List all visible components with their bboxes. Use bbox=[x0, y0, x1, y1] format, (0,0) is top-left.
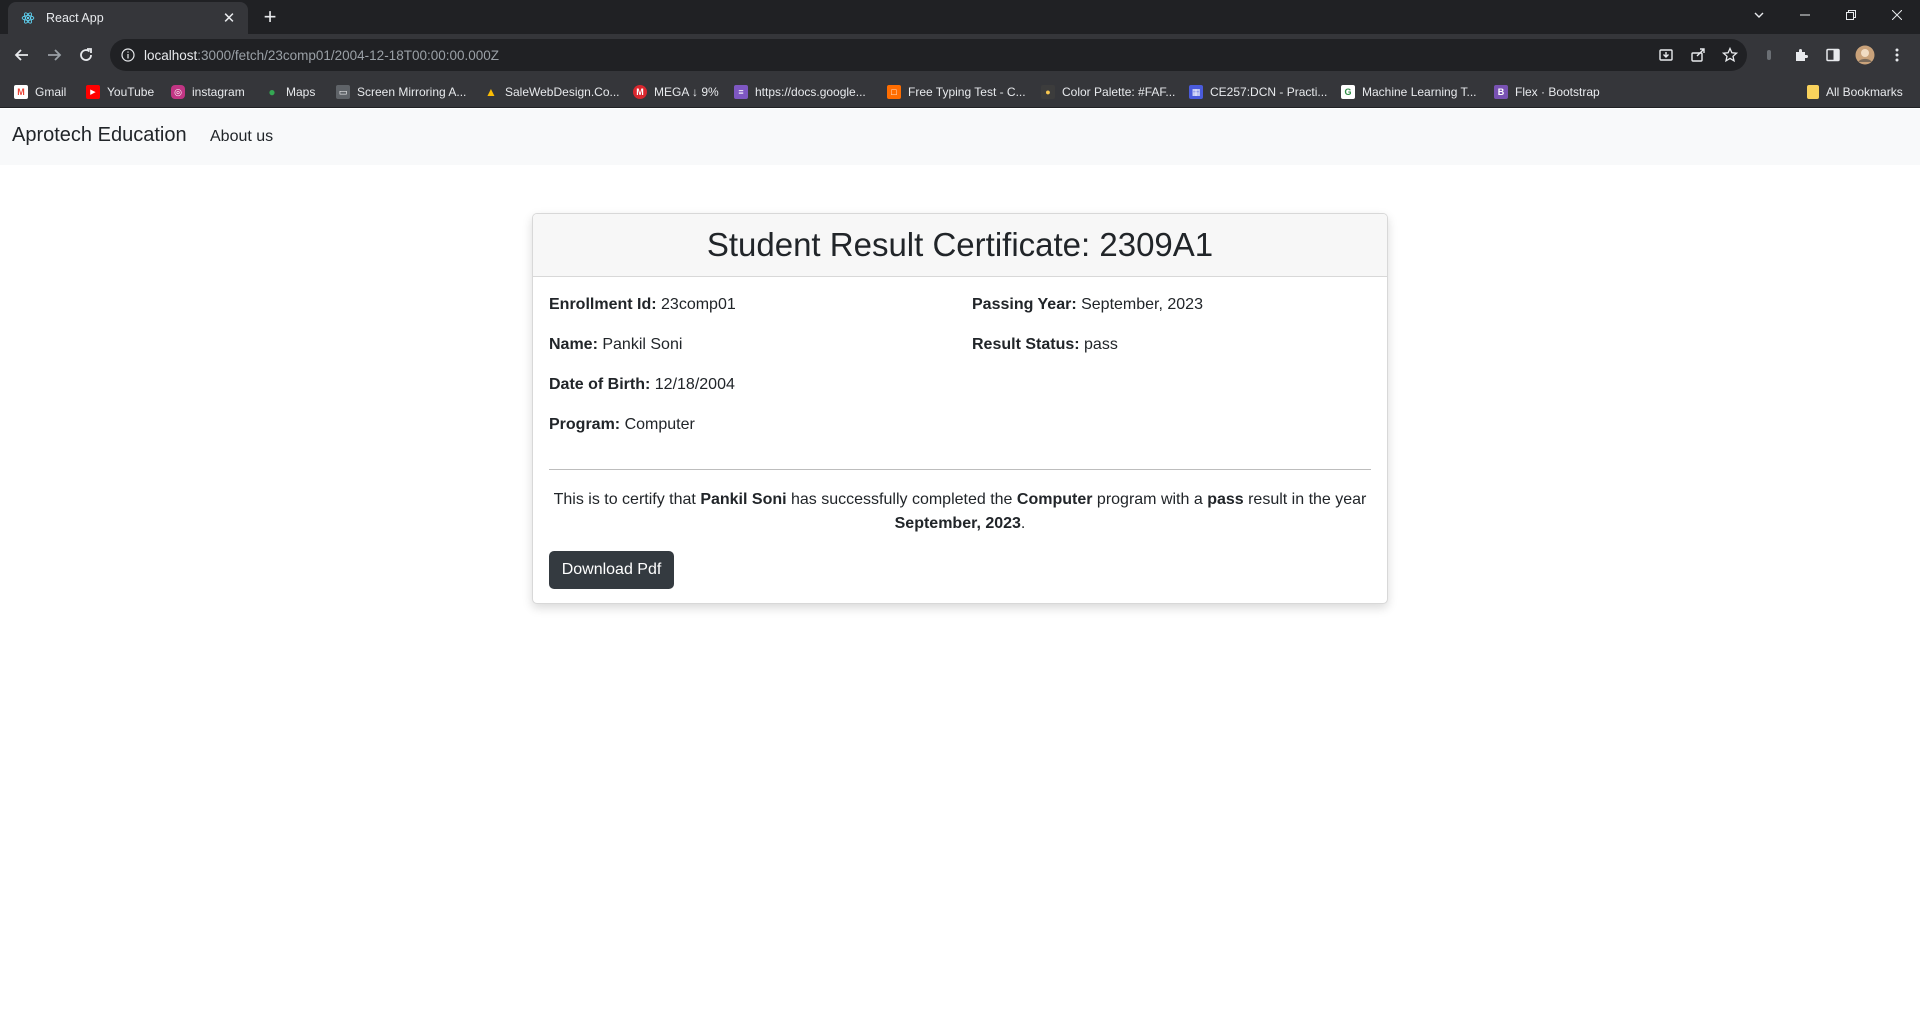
tab-close-icon[interactable]: ✕ bbox=[220, 9, 238, 27]
certificate-card: Student Result Certificate: 2309A1 Enrol… bbox=[532, 213, 1388, 604]
site-navbar: Aprotech Education About us bbox=[0, 109, 1920, 165]
dob-label: Date of Birth: bbox=[549, 376, 651, 393]
bookmark-maps[interactable]: ● Maps bbox=[265, 82, 315, 102]
program-label: Program: bbox=[549, 416, 621, 433]
divider bbox=[549, 469, 1371, 470]
all-bookmarks[interactable]: All Bookmarks bbox=[1807, 82, 1903, 102]
react-icon bbox=[20, 10, 36, 26]
bootstrap-icon: B bbox=[1494, 85, 1508, 99]
bookmark-mega[interactable]: M MEGA ↓ 9% bbox=[633, 82, 719, 102]
result-status-label: Result Status: bbox=[972, 336, 1080, 353]
reload-icon[interactable] bbox=[74, 43, 98, 67]
bookmark-typing-test[interactable]: □ Free Typing Test - C... bbox=[887, 82, 1026, 102]
extensions-icon[interactable] bbox=[1789, 43, 1813, 67]
folder-icon bbox=[1807, 85, 1819, 99]
passing-year-row: Passing Year: September, 2023 bbox=[972, 296, 1203, 314]
mega-icon: M bbox=[633, 85, 647, 99]
bookmarks-bar: M Gmail ▶ YouTube ◎ instagram ● Maps ▭ Screen… bbox=[0, 76, 1920, 108]
extension-dim-icon[interactable] bbox=[1757, 43, 1781, 67]
nav-link-about[interactable]: About us bbox=[210, 128, 273, 146]
browser-toolbar: localhost:3000/fetch/23comp01/2004-12-18… bbox=[0, 34, 1920, 76]
site-info-icon[interactable] bbox=[120, 47, 136, 63]
bookmark-machine-learning[interactable]: G Machine Learning T... bbox=[1341, 82, 1477, 102]
bookmark-screen-mirroring[interactable]: ▭ Screen Mirroring A... bbox=[336, 82, 466, 102]
maps-icon: ● bbox=[268, 85, 276, 99]
url-host: localhost bbox=[144, 47, 198, 63]
statement-name: Pankil Soni bbox=[700, 491, 787, 508]
statement-year: September, 2023 bbox=[894, 515, 1021, 532]
star-icon[interactable] bbox=[1718, 43, 1742, 67]
result-status-row: Result Status: pass bbox=[972, 336, 1118, 354]
gfg-icon: G bbox=[1341, 85, 1355, 99]
statement-program: Computer bbox=[1016, 491, 1093, 508]
side-panel-icon[interactable] bbox=[1821, 43, 1845, 67]
share-icon[interactable] bbox=[1686, 43, 1710, 67]
enrollment-label: Enrollment Id: bbox=[549, 296, 657, 313]
gmail-icon: M bbox=[14, 85, 28, 99]
certificate-title: Student Result Certificate: 2309A1 bbox=[533, 214, 1387, 277]
bookmark-ce257[interactable]: ▦ CE257:DCN - Practi... bbox=[1189, 82, 1327, 102]
name-row: Name: Pankil Soni bbox=[549, 336, 682, 354]
kebab-menu-icon[interactable] bbox=[1885, 43, 1909, 67]
minimize-icon[interactable] bbox=[1782, 0, 1828, 30]
passing-year-value: September, 2023 bbox=[1081, 296, 1203, 313]
navbar-brand[interactable]: Aprotech Education bbox=[12, 124, 187, 147]
bookmark-flex-bootstrap[interactable]: B Flex · Bootstrap bbox=[1494, 82, 1600, 102]
tab-search-icon[interactable] bbox=[1736, 0, 1782, 30]
program-value: Computer bbox=[624, 416, 695, 433]
name-label: Name: bbox=[549, 336, 598, 353]
palette-icon: ● bbox=[1041, 85, 1055, 99]
back-icon[interactable] bbox=[10, 43, 34, 67]
name-value: Pankil Soni bbox=[602, 336, 683, 353]
instagram-icon: ◎ bbox=[171, 85, 185, 99]
typing-icon: □ bbox=[887, 85, 901, 99]
url-path: :3000/fetch/23comp01/2004-12-18T00:00:00… bbox=[197, 47, 500, 63]
bookmark-instagram[interactable]: ◎ instagram bbox=[171, 82, 245, 102]
tab-title: React App bbox=[46, 11, 104, 25]
result-status-value: pass bbox=[1084, 336, 1118, 353]
drive-icon: ▲ bbox=[485, 85, 497, 99]
classroom-icon: ▦ bbox=[1189, 85, 1203, 99]
tab-strip: React App ✕ + bbox=[0, 0, 1920, 34]
restore-icon[interactable] bbox=[1828, 0, 1874, 30]
enrollment-value: 23comp01 bbox=[661, 296, 736, 313]
profile-avatar-icon[interactable] bbox=[1853, 43, 1877, 67]
dob-row: Date of Birth: 12/18/2004 bbox=[549, 376, 735, 394]
bookmark-google-docs[interactable]: ≡ https://docs.google... bbox=[734, 82, 866, 102]
bookmark-salewebdesign[interactable]: ▲ SaleWebDesign.Co... bbox=[484, 82, 619, 102]
dob-value: 12/18/2004 bbox=[654, 376, 735, 393]
youtube-icon: ▶ bbox=[86, 85, 100, 99]
screen-mirroring-icon: ▭ bbox=[336, 85, 350, 99]
passing-year-label: Passing Year: bbox=[972, 296, 1077, 313]
enrollment-row: Enrollment Id: 23comp01 bbox=[549, 296, 736, 314]
bookmark-youtube[interactable]: ▶ YouTube bbox=[86, 82, 154, 102]
bookmark-color-palette[interactable]: ● Color Palette: #FAF... bbox=[1041, 82, 1175, 102]
certification-statement: This is to certify that Pankil Soni has … bbox=[553, 491, 1367, 532]
install-app-icon[interactable] bbox=[1654, 43, 1678, 67]
forward-icon[interactable] bbox=[42, 43, 66, 67]
statement-status: pass bbox=[1207, 491, 1244, 508]
new-tab-button[interactable]: + bbox=[258, 6, 282, 30]
close-window-icon[interactable] bbox=[1874, 0, 1920, 30]
download-pdf-button[interactable]: Download Pdf bbox=[549, 551, 674, 589]
bookmark-gmail[interactable]: M Gmail bbox=[14, 82, 66, 102]
docs-icon: ≡ bbox=[734, 85, 748, 99]
tab-react-app[interactable]: React App ✕ bbox=[8, 2, 248, 34]
program-row: Program: Computer bbox=[549, 416, 695, 434]
address-bar[interactable]: localhost:3000/fetch/23comp01/2004-12-18… bbox=[110, 39, 1747, 71]
